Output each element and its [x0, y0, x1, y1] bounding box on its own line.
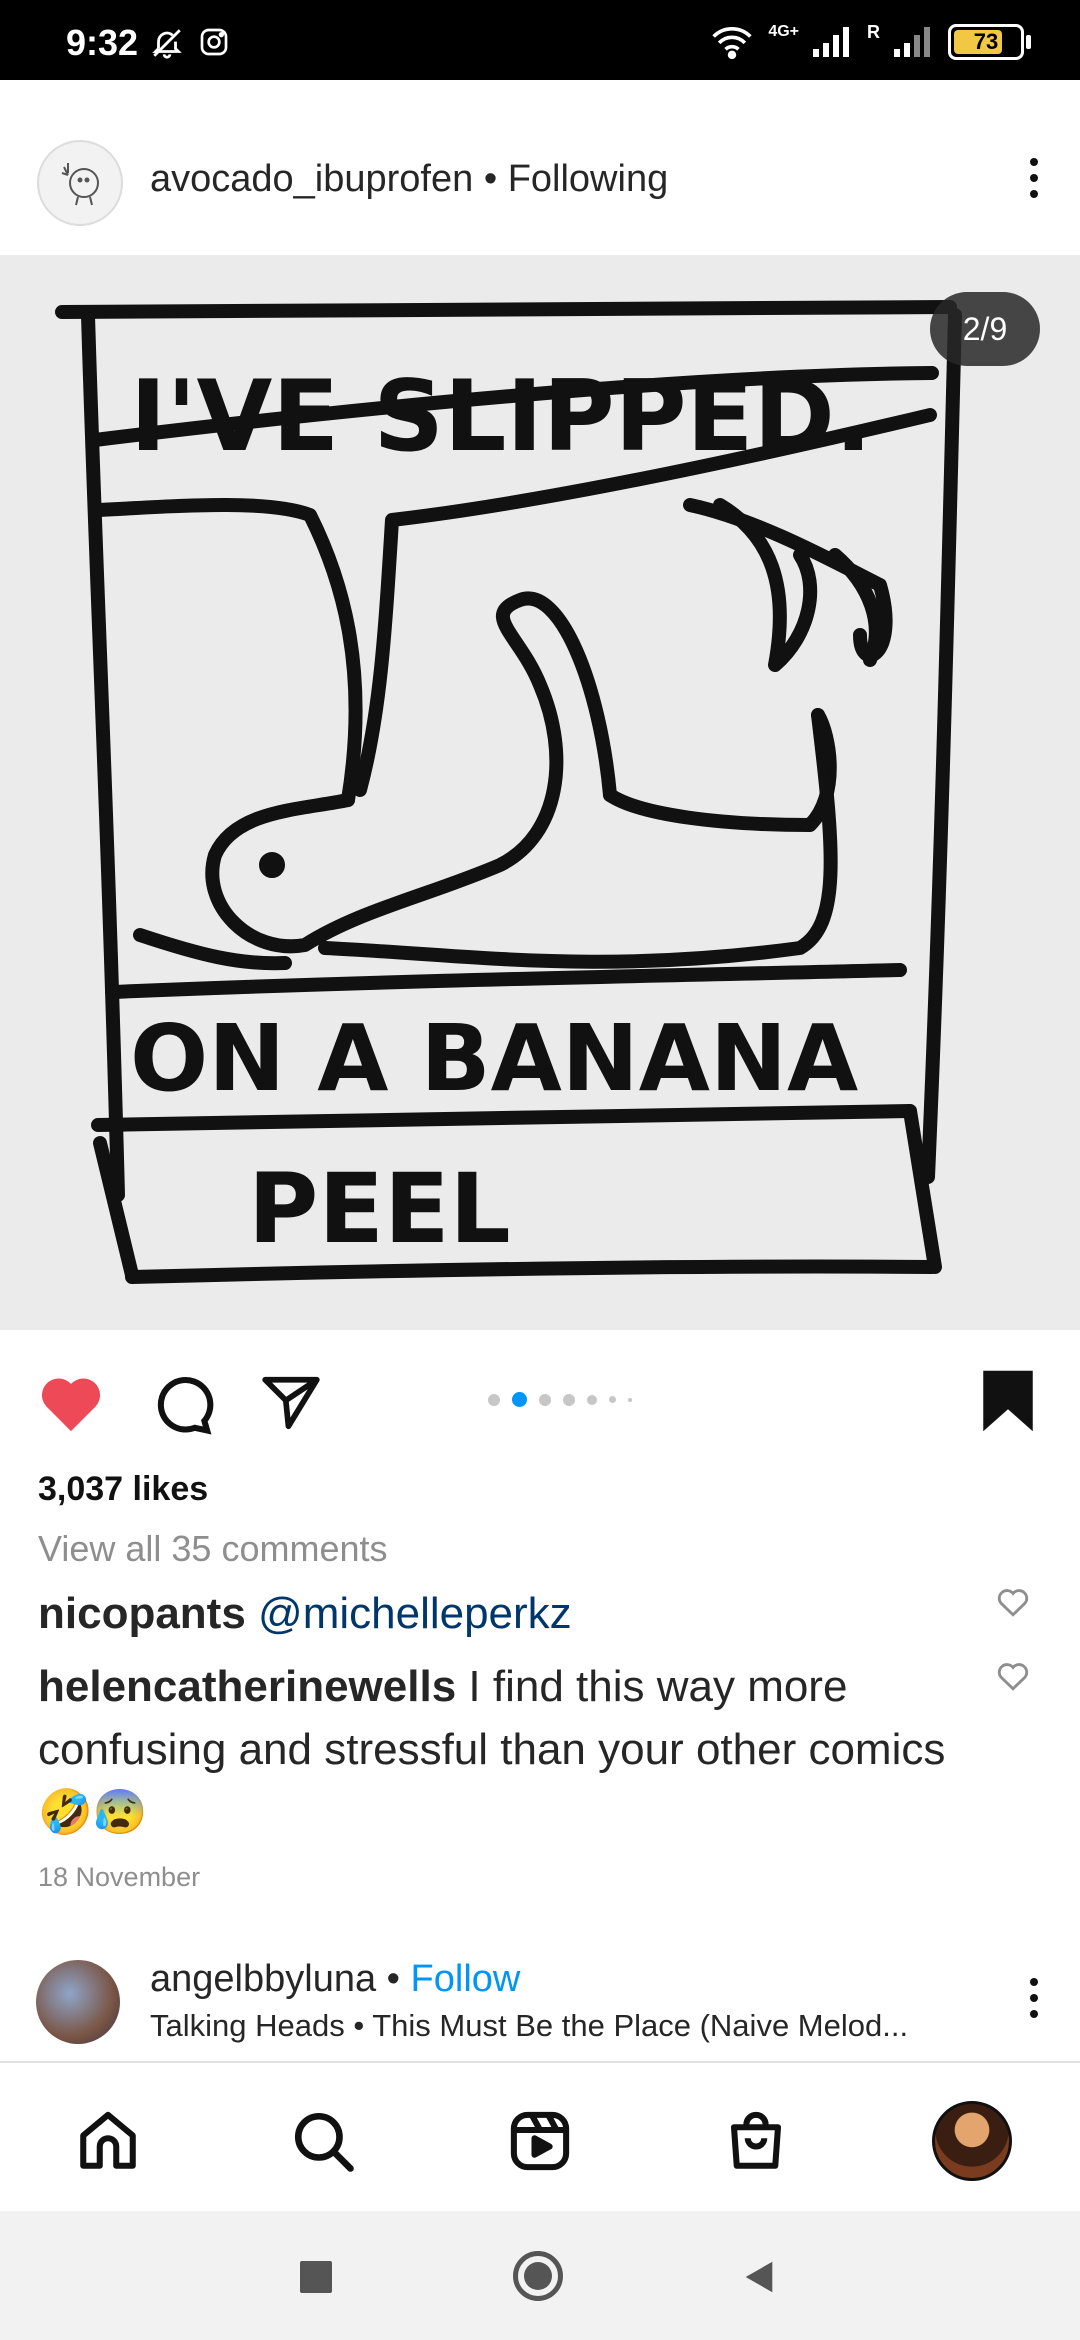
post-actions — [0, 1330, 1080, 1460]
author-avatar[interactable] — [37, 140, 123, 226]
next-author-avatar[interactable] — [36, 1960, 120, 2044]
shop-tab[interactable] — [716, 2101, 796, 2181]
roaming-label: R — [867, 21, 880, 42]
home-tab[interactable] — [68, 2101, 148, 2181]
carousel-dot-active — [512, 1392, 527, 1407]
signal-icon — [813, 27, 849, 57]
like-heart-icon[interactable] — [36, 1370, 106, 1434]
post-date: 18 November — [38, 1862, 201, 1892]
music-attribution[interactable]: Talking Heads • This Must Be the Place (… — [150, 2008, 960, 2044]
comment-row: helencatherinewells I find this way more… — [38, 1655, 978, 1844]
shop-bag-icon — [730, 2111, 782, 2169]
author-username-line[interactable]: avocado_ibuprofen • Following — [150, 158, 668, 201]
home-circle-icon[interactable] — [513, 2251, 563, 2301]
carousel-dot — [563, 1393, 575, 1406]
carousel-dots — [488, 1392, 632, 1407]
bottom-navigation — [0, 2061, 1080, 2213]
comic-drawing: I'VE SLIPPED. ON A BANANA PEEL — [55, 300, 962, 1284]
status-system-icons: 4G+ R 73 — [710, 21, 1031, 60]
bookmark-icon[interactable] — [980, 1368, 1036, 1434]
comment-row: nicopants @michelleperkz — [38, 1582, 978, 1645]
comment-username[interactable]: nicopants — [38, 1589, 246, 1638]
next-author-username[interactable]: angelbbyluna — [150, 1958, 376, 2000]
profile-tab[interactable] — [932, 2101, 1012, 2181]
more-options-icon[interactable] — [1030, 158, 1038, 198]
status-time: 9:32 — [66, 22, 139, 63]
comic-caption-top: I'VE SLIPPED. — [130, 360, 872, 474]
network-type-label: 4G+ — [768, 23, 799, 40]
carousel-dot — [539, 1393, 551, 1406]
search-tab[interactable] — [283, 2101, 363, 2181]
carousel-dot — [609, 1396, 616, 1403]
instagram-notification-icon — [200, 28, 228, 56]
post-header: avocado_ibuprofen • Following — [0, 80, 1080, 256]
comment-username[interactable]: helencatherinewells — [38, 1662, 456, 1711]
comment-text[interactable]: @michelleperkz — [258, 1589, 572, 1638]
reels-tab[interactable] — [500, 2101, 580, 2181]
back-triangle-icon[interactable] — [740, 2257, 778, 2297]
carousel-dot — [628, 1397, 632, 1402]
system-navigation-bar — [0, 2211, 1080, 2340]
home-icon — [80, 2111, 136, 2169]
view-all-comments-link[interactable]: View all 35 comments — [38, 1528, 388, 1570]
battery-level: 73 — [973, 29, 999, 54]
follow-button[interactable]: Follow — [411, 1958, 521, 2000]
post-image[interactable]: I'VE SLIPPED. ON A BANANA PEEL — [0, 255, 1080, 1330]
comic-caption-bottom: PEEL — [248, 1153, 511, 1265]
next-post-header: angelbbyluna • Follow Talking Heads • Th… — [0, 1940, 1080, 2060]
comment-like-heart-icon[interactable] — [996, 1586, 1030, 1618]
signal-icon-2 — [894, 27, 930, 57]
status-bar: 9:32 4G+ R 73 — [0, 0, 1080, 80]
share-icon[interactable] — [258, 1372, 324, 1434]
wifi-icon — [712, 26, 752, 59]
status-notification-icons — [150, 26, 230, 60]
separator-dot: • — [386, 1958, 400, 2000]
more-options-icon[interactable] — [1030, 1978, 1038, 2018]
comic-caption-middle: ON A BANANA — [130, 1005, 858, 1112]
carousel-page-indicator: 2/9 — [930, 292, 1040, 366]
likes-count[interactable]: 3,037 likes — [38, 1470, 208, 1509]
profile-avatar — [932, 2101, 1012, 2181]
carousel-dot — [488, 1393, 500, 1406]
next-username-line: angelbbyluna • Follow — [150, 1958, 520, 2001]
author-username[interactable]: avocado_ibuprofen — [150, 158, 473, 200]
search-icon — [294, 2112, 354, 2172]
comment-icon[interactable] — [148, 1370, 214, 1436]
following-label: • Following — [483, 158, 669, 200]
battery-icon: 73 — [948, 24, 1031, 60]
reels-icon — [510, 2111, 570, 2171]
bell-off-icon — [152, 29, 182, 59]
carousel-dot — [587, 1394, 597, 1405]
comment-like-heart-icon[interactable] — [996, 1660, 1030, 1692]
recents-square-icon[interactable] — [300, 2261, 332, 2293]
